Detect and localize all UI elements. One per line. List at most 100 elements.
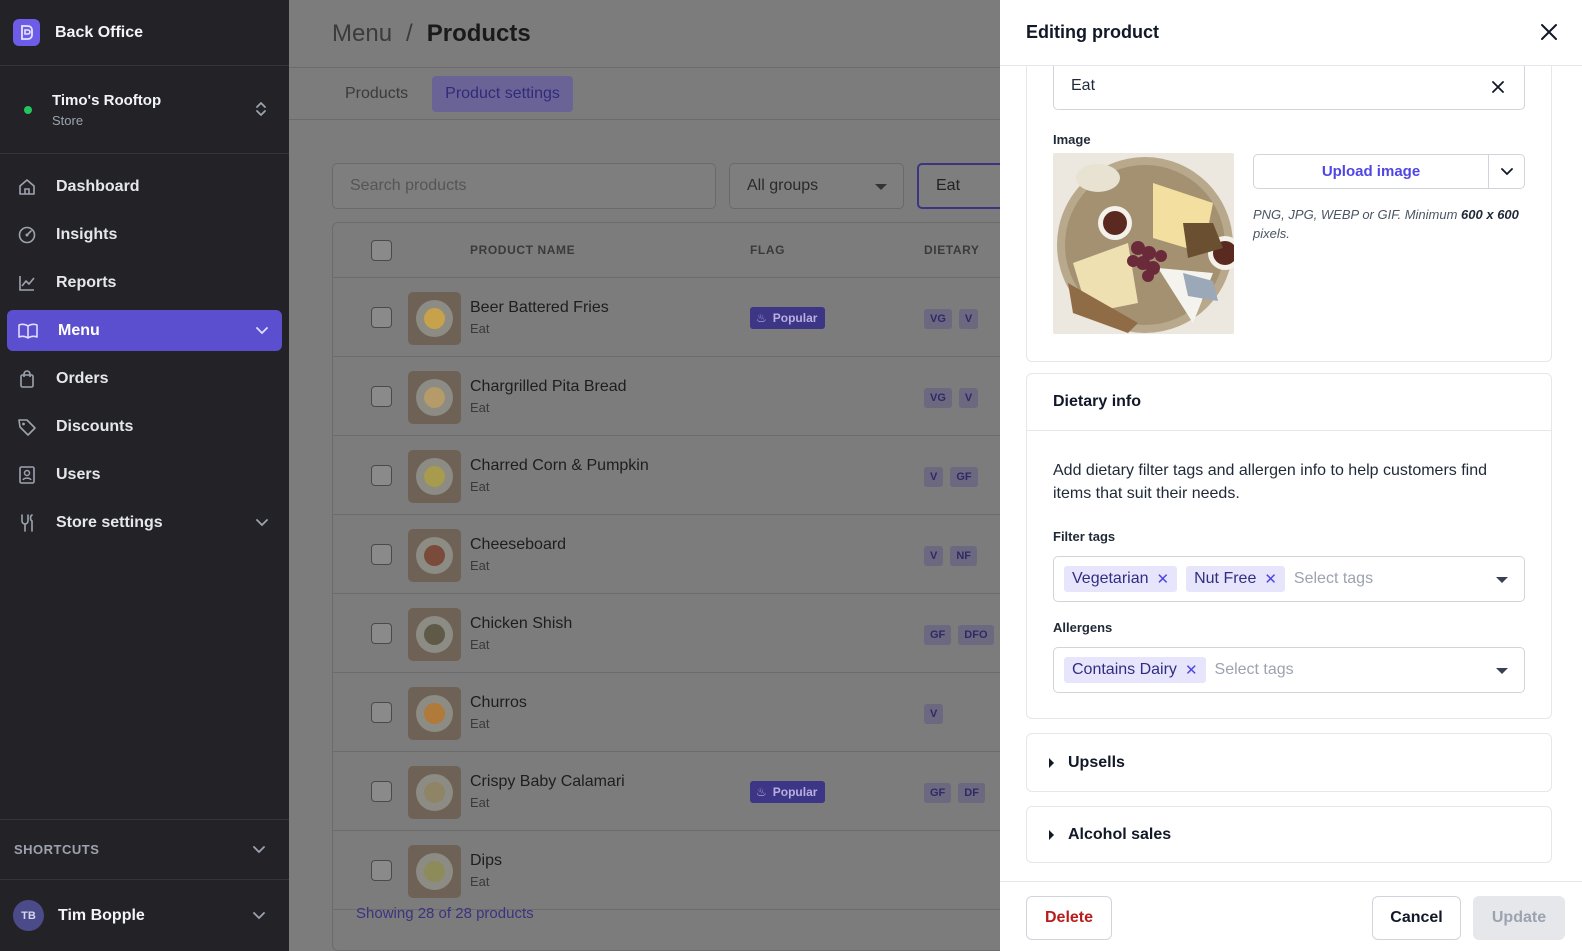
nav-item-discounts[interactable]: Discounts [7,406,282,447]
table-row[interactable]: Crispy Baby Calamari Eat ♨ Popular GF DF [333,752,1031,831]
caret-down-icon[interactable] [1496,668,1508,674]
table-row[interactable]: Dips Eat [333,831,1031,910]
tab-products[interactable]: Products [332,76,421,112]
flag-badge: ♨ Popular [750,307,826,329]
table-row[interactable]: Churros Eat V [333,673,1031,752]
category-field[interactable]: Eat [1053,66,1525,110]
table-row[interactable]: Chargrilled Pita Bread Eat VG V [333,357,1031,436]
group-select[interactable]: All groups [729,163,904,209]
nav-item-orders[interactable]: Orders [7,358,282,399]
tab-product-settings[interactable]: Product settings [432,75,573,112]
table-row[interactable]: Cheeseboard Eat V NF [333,515,1031,594]
delete-button[interactable]: Delete [1026,896,1112,940]
upsells-section[interactable]: Upsells [1026,733,1552,792]
store-switcher[interactable]: Timo's Rooftop Store [0,66,289,154]
hint-text: PNG, JPG, WEBP or GIF. Minimum [1253,207,1462,222]
nav-item-dashboard[interactable]: Dashboard [7,166,282,207]
table-row[interactable]: Beer Battered Fries Eat ♨ Popular VG V [333,278,1031,357]
remove-tag-icon[interactable]: ✕ [1264,570,1277,588]
row-checkbox[interactable] [371,307,392,328]
dietary-tags: VG V [924,309,985,329]
row-checkbox[interactable] [371,623,392,644]
dietary-tags: VG V [924,388,985,408]
breadcrumb-parent[interactable]: Menu [332,20,392,48]
remove-tag-icon[interactable]: ✕ [1185,661,1198,679]
product-thumbnail [408,845,461,898]
flame-icon: ♨ [756,785,767,799]
flag-badge: ♨ Popular [750,781,826,803]
drawer-body[interactable]: Eat Image Upload image PNG, JPG, WEBP or… [1000,66,1582,881]
allergens-select[interactable]: Contains Dairy ✕ Select tags [1053,647,1525,693]
close-icon[interactable] [1538,21,1560,43]
dietary-tag: V [924,704,944,724]
upload-image-button[interactable]: Upload image [1254,155,1489,188]
nav-item-users[interactable]: Users [7,454,282,495]
chevron-down-icon [256,518,268,526]
dietary-tag: V [924,467,944,487]
nav-label: Menu [58,321,100,339]
store-status-dot [24,105,32,114]
alcohol-sales-section[interactable]: Alcohol sales [1026,806,1552,863]
hint-text-end: pixels. [1253,226,1290,241]
caret-down-icon[interactable] [1496,577,1508,583]
alcohol-sales-toggle: Alcohol sales [1027,807,1551,862]
row-checkbox[interactable] [371,465,392,486]
nav-label: Store settings [56,513,163,531]
drawer-footer: Delete Cancel Update [1000,881,1582,951]
row-checkbox[interactable] [371,860,392,881]
search-input[interactable]: Search products [332,163,716,209]
nav-item-menu[interactable]: Menu [7,310,282,351]
upsells-title: Upsells [1068,753,1125,771]
filter-tags-select[interactable]: Vegetarian ✕ Nut Free ✕ Select tags [1053,556,1525,602]
shortcuts-toggle[interactable]: SHORTCUTS [0,819,289,879]
results-count: Showing 28 of 28 products [356,905,534,922]
row-checkbox[interactable] [371,544,392,565]
row-checkbox[interactable] [371,386,392,407]
category-select-value: Eat [936,177,961,194]
tag-icon [18,418,36,436]
tools-icon [21,513,33,532]
clear-icon[interactable] [1492,81,1504,93]
shortcuts-label: SHORTCUTS [14,842,100,857]
product-thumbnail [408,292,461,345]
caret-right-icon [1049,829,1054,840]
table-row[interactable]: Charred Corn & Pumpkin Eat V GF [333,436,1031,515]
category-select[interactable]: Eat [917,163,1007,209]
column-header-name[interactable]: PRODUCT NAME [470,243,575,257]
table-row[interactable]: Chicken Shish Eat GF DFO [333,594,1031,673]
nav-item-store-settings[interactable]: Store settings [7,502,282,543]
hint-min-size: 600 x 600 [1461,207,1519,222]
product-category: Eat [470,321,490,336]
nav-item-insights[interactable]: Insights [7,214,282,255]
page-title: Products [426,19,531,47]
update-button[interactable]: Update [1473,896,1565,940]
product-name: Charred Corn & Pumpkin [470,457,649,474]
product-category: Eat [470,479,490,494]
product-name: Crispy Baby Calamari [470,773,625,790]
remove-tag-icon[interactable]: ✕ [1157,570,1170,588]
breadcrumb-separator: / [406,19,413,47]
cancel-button[interactable]: Cancel [1372,896,1461,940]
product-name: Beer Battered Fries [470,299,609,316]
column-header-dietary: DIETARY [924,243,980,257]
product-thumbnail [408,766,461,819]
user-menu[interactable]: TB Tim Bopple [0,879,289,951]
row-checkbox[interactable] [371,702,392,723]
dietary-tag: V [958,309,979,329]
dietary-tag: VG [924,309,952,329]
user-badge-icon [19,465,35,484]
app-title: Back Office [55,23,144,41]
upload-options-button[interactable] [1489,155,1524,188]
dietary-tag: GF [924,625,952,645]
nav-item-reports[interactable]: Reports [7,262,282,303]
flag-label: Popular [772,311,818,325]
dietary-tag: GF [924,783,952,803]
image-label: Image [1053,132,1091,147]
tag-chip-nut-free: Nut Free ✕ [1186,566,1285,592]
select-all-checkbox[interactable] [371,239,392,261]
allergens-placeholder: Select tags [1214,661,1294,678]
row-checkbox[interactable] [371,781,392,802]
flame-icon: ♨ [756,311,767,325]
caret-right-icon [1049,757,1054,768]
main-nav: Dashboard Insights Reports Menu Orders D… [0,154,289,543]
